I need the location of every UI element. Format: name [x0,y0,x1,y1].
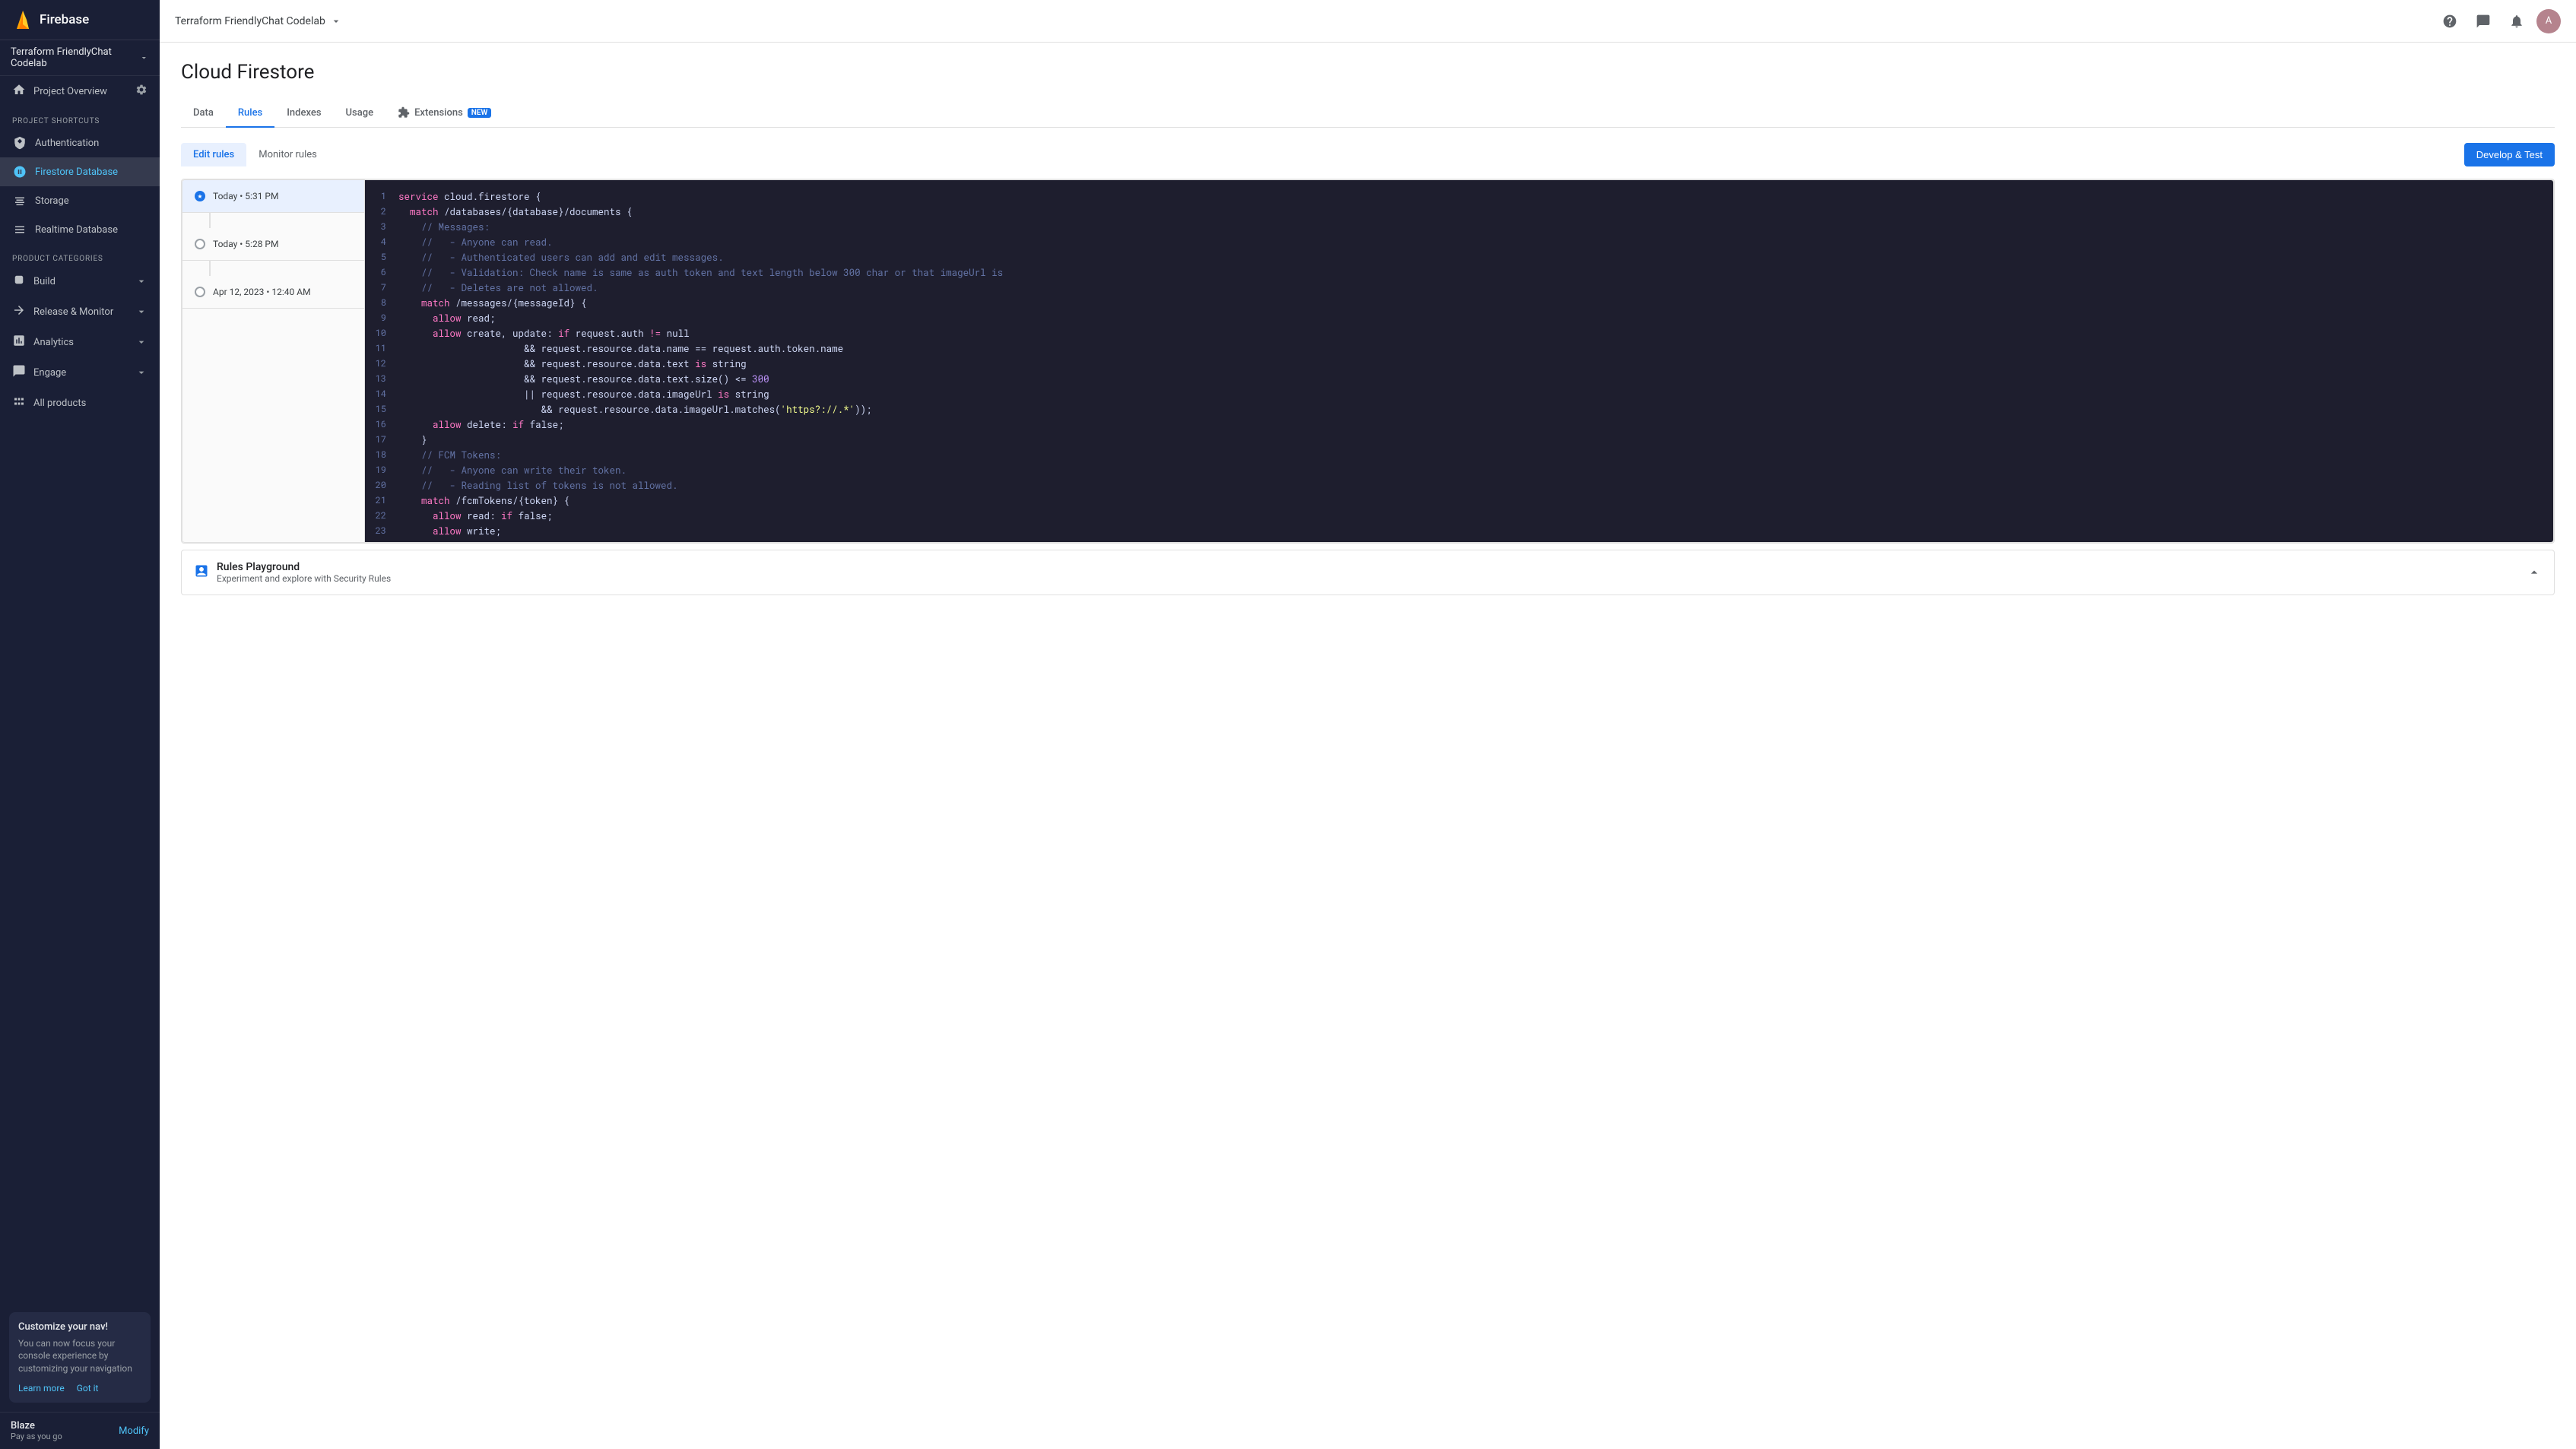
settings-icon[interactable] [135,84,148,99]
blaze-bar: Blaze Pay as you go Modify [0,1412,160,1449]
sidebar-group-release[interactable]: Release & Monitor [0,296,160,327]
playground-collapse-icon[interactable] [2527,565,2542,580]
firebase-logo-wrap: Firebase [12,9,89,30]
user-avatar[interactable]: A [2536,9,2561,33]
build-expand-icon [135,275,148,287]
sidebar-group-engage[interactable]: Engage [0,357,160,388]
version-timestamp-2: Today • 5:28 PM [213,239,278,249]
firestore-label: Firestore Database [35,166,118,178]
all-products-label: All products [33,398,86,409]
app-name-label: Firebase [40,12,89,27]
monitor-rules-tab[interactable]: Monitor rules [246,143,329,166]
customize-nav-desc: You can now focus your console experienc… [18,1337,141,1375]
version-timestamp-3: Apr 12, 2023 • 12:40 AM [213,287,311,297]
storage-label: Storage [35,195,69,207]
sidebar-item-firestore[interactable]: Firestore Database [0,157,160,186]
project-overview-label: Project Overview [33,86,107,97]
version-dot-2 [195,239,205,249]
playground-icon [194,563,209,582]
plan-sub-label: Pay as you go [11,1432,62,1441]
playground-title: Rules Playground [217,561,391,573]
authentication-icon [12,135,27,151]
project-selector[interactable]: Terraform FriendlyChat Codelab [0,40,160,76]
engage-expand-icon [135,366,148,379]
sidebar-group-build[interactable]: Build [0,266,160,296]
got-it-link[interactable]: Got it [77,1383,99,1394]
main-content: Terraform FriendlyChat Codelab A Cloud F… [160,0,2576,1449]
project-selector-name: Terraform FriendlyChat Codelab [11,46,136,69]
shortcuts-section-label: Project shortcuts [0,106,160,128]
firebase-logo-icon [12,9,33,30]
plan-name-label: Blaze [11,1420,62,1432]
sidebar-header: Firebase [0,0,160,40]
build-label: Build [33,276,56,287]
playground-panel: Rules Playground Experiment and explore … [181,550,2555,595]
tab-rules[interactable]: Rules [226,100,274,128]
version-dot-current [195,191,205,201]
page-title: Cloud Firestore [181,61,2555,84]
tab-usage[interactable]: Usage [334,100,386,128]
customize-nav-links: Learn more Got it [18,1383,141,1394]
analytics-expand-icon [135,336,148,348]
product-categories-label: Product categories [0,244,160,266]
sidebar-group-analytics[interactable]: Analytics [0,327,160,357]
tab-extensions[interactable]: Extensions NEW [385,99,503,128]
release-expand-icon [135,306,148,318]
topbar-dropdown-icon [330,15,342,27]
develop-test-button[interactable]: Develop & Test [2464,143,2555,166]
edit-rules-tab[interactable]: Edit rules [181,143,246,166]
playground-subtitle: Experiment and explore with Security Rul… [217,573,391,584]
engage-label: Engage [33,367,66,379]
sidebar-item-project-overview[interactable]: Project Overview [0,76,160,106]
help-icon-button[interactable] [2436,8,2463,35]
version-item-1[interactable]: Today • 5:31 PM [182,180,364,213]
tab-indexes[interactable]: Indexes [274,100,333,128]
realtime-db-label: Realtime Database [35,224,118,236]
version-dot-3 [195,287,205,297]
extensions-icon [398,106,410,119]
authentication-label: Authentication [35,138,99,149]
build-icon [12,273,26,290]
version-timestamp-1: Today • 5:31 PM [213,191,278,201]
analytics-label: Analytics [33,337,74,348]
analytics-icon [12,334,26,350]
page-content: Cloud Firestore Data Rules Indexes Usage… [160,43,2576,1449]
learn-more-link[interactable]: Learn more [18,1383,65,1394]
firestore-icon [12,164,27,179]
sidebar-item-authentication[interactable]: Authentication [0,128,160,157]
storage-icon [12,193,27,208]
project-selector-topbar[interactable]: Terraform FriendlyChat Codelab [175,15,342,27]
topbar-project-name: Terraform FriendlyChat Codelab [175,15,325,27]
rules-tabs: Edit rules Monitor rules [181,143,329,166]
release-label: Release & Monitor [33,306,113,318]
release-icon [12,303,26,320]
home-icon [12,83,26,100]
playground-header[interactable]: Rules Playground Experiment and explore … [182,550,2554,595]
sidebar-item-realtime-db[interactable]: Realtime Database [0,215,160,244]
messages-icon-button[interactable] [2470,8,2497,35]
version-item-3[interactable]: Apr 12, 2023 • 12:40 AM [182,276,364,309]
sidebar: Firebase Terraform FriendlyChat Codelab … [0,0,160,1449]
code-editor-panel[interactable]: 1service cloud.firestore {2 match /datab… [364,179,2554,543]
realtime-db-icon [12,222,27,237]
extensions-label: Extensions [414,107,463,119]
rules-toolbar: Edit rules Monitor rules Develop & Test [181,143,2555,166]
rules-editor-row: Today • 5:31 PM Today • 5:28 PM [181,179,2555,544]
engage-icon [12,364,26,381]
sidebar-item-all-products[interactable]: All products [0,388,160,418]
modify-plan-button[interactable]: Modify [119,1425,149,1437]
dropdown-arrow-icon [139,52,149,63]
extensions-badge: NEW [468,108,492,118]
topbar: Terraform FriendlyChat Codelab A [160,0,2576,43]
all-products-icon [12,395,26,411]
customize-nav-title: Customize your nav! [18,1321,141,1333]
notifications-icon-button[interactable] [2503,8,2530,35]
version-item-2[interactable]: Today • 5:28 PM [182,228,364,261]
customize-nav-box: Customize your nav! You can now focus yo… [9,1312,151,1403]
tab-data[interactable]: Data [181,100,226,128]
tabs-bar: Data Rules Indexes Usage Extensions NEW [181,99,2555,128]
sidebar-item-storage[interactable]: Storage [0,186,160,215]
versions-panel: Today • 5:31 PM Today • 5:28 PM [182,179,364,543]
